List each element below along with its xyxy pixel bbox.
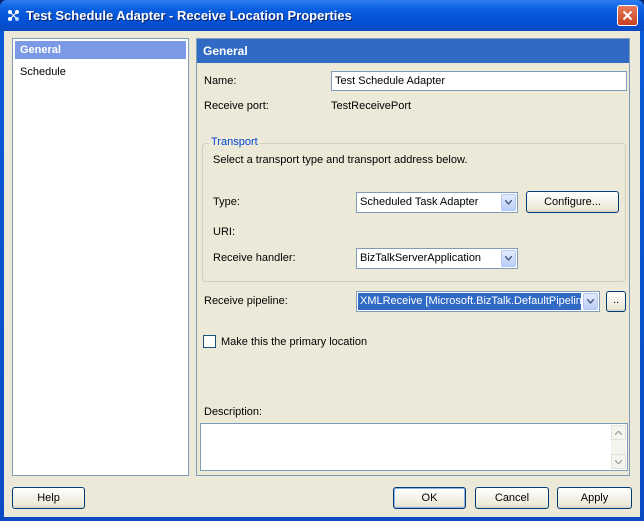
window-title: Test Schedule Adapter - Receive Location… — [26, 8, 352, 23]
type-label: Type: — [213, 196, 240, 208]
close-button[interactable] — [617, 5, 638, 26]
general-panel: General Name: Test Schedule Adapter Rece… — [196, 38, 630, 476]
dialog-client: General Schedule General Name: Test Sche… — [4, 31, 640, 517]
nav-item-label: Schedule — [20, 66, 66, 78]
transport-type-select[interactable]: Scheduled Task Adapter — [356, 192, 518, 213]
close-icon — [622, 10, 633, 21]
receive-pipeline-label: Receive pipeline: — [204, 295, 288, 307]
chevron-down-icon[interactable] — [501, 250, 516, 267]
description-scrollbar[interactable] — [611, 425, 626, 469]
ok-button[interactable]: OK — [393, 487, 466, 509]
app-icon — [8, 10, 19, 21]
dialog-window: Test Schedule Adapter - Receive Location… — [0, 0, 644, 521]
nav-item-general[interactable]: General — [15, 41, 186, 59]
nav-item-schedule[interactable]: Schedule — [15, 63, 186, 81]
receive-handler-label: Receive handler: — [213, 252, 296, 264]
scroll-up-icon[interactable] — [611, 425, 626, 440]
pipeline-browse-button[interactable]: .. — [606, 291, 626, 312]
name-label: Name: — [204, 75, 237, 87]
panel-header: General — [197, 39, 629, 63]
primary-location-label[interactable]: Make this the primary location — [221, 336, 367, 348]
help-button[interactable]: Help — [12, 487, 85, 509]
receive-handler-select[interactable]: BizTalkServerApplication — [356, 248, 518, 269]
primary-location-checkbox[interactable] — [203, 335, 216, 348]
description-field[interactable] — [200, 423, 628, 471]
transport-group: Transport Select a transport type and tr… — [202, 136, 626, 282]
uri-label: URI: — [213, 226, 235, 238]
transport-group-title: Transport — [209, 136, 260, 148]
receive-pipeline-select[interactable]: XMLReceive [Microsoft.BizTalk.DefaultPip… — [356, 291, 600, 312]
chevron-down-icon[interactable] — [583, 293, 598, 310]
chevron-down-icon[interactable] — [501, 194, 516, 211]
receive-port-label: Receive port: — [204, 100, 269, 112]
receive-handler-value: BizTalkServerApplication — [360, 252, 482, 264]
nav-list: General Schedule — [12, 38, 189, 476]
description-label: Description: — [204, 406, 263, 418]
nav-item-label: General — [20, 44, 61, 56]
receive-port-value: TestReceivePort — [331, 100, 412, 112]
title-bar[interactable]: Test Schedule Adapter - Receive Location… — [0, 0, 644, 31]
name-field[interactable]: Test Schedule Adapter — [331, 71, 627, 91]
apply-button[interactable]: Apply — [557, 487, 632, 509]
configure-button[interactable]: Configure... — [526, 191, 619, 213]
cancel-button[interactable]: Cancel — [475, 487, 549, 509]
receive-pipeline-value: XMLReceive [Microsoft.BizTalk.DefaultPip… — [358, 293, 599, 310]
transport-type-value: Scheduled Task Adapter — [360, 196, 479, 208]
scroll-down-icon[interactable] — [611, 454, 626, 469]
transport-instructions: Select a transport type and transport ad… — [213, 154, 468, 166]
